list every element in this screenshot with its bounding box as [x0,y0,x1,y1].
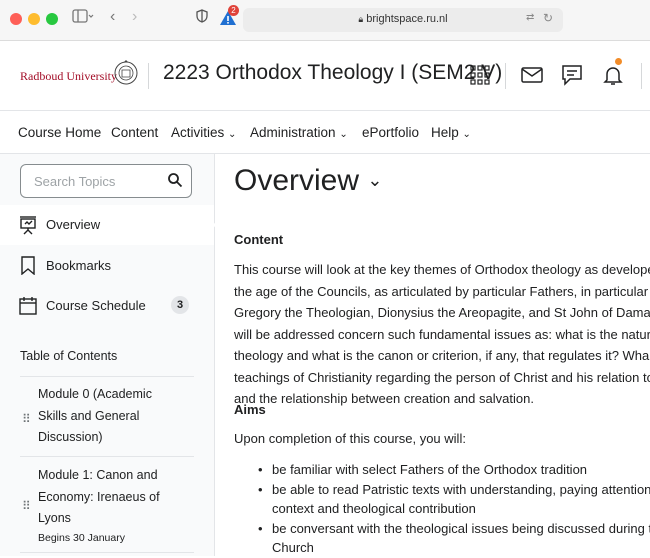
drag-handle-icon[interactable]: ⠿ [22,499,31,513]
sidebar-toggle-icon[interactable] [72,9,94,26]
nav-course-home[interactable]: Course Home [18,125,101,140]
module-title-line: Module 1: Canon and [38,468,158,482]
aims-heading: Aims [234,402,266,417]
content-paragraph: This course will look at the key themes … [234,259,650,410]
nav-content[interactable]: Content [111,125,158,140]
course-header: Radboud University 2223 Orthodox Theolog… [0,41,650,111]
header-divider [641,63,642,89]
back-icon[interactable]: ‹ [110,8,115,26]
sidebar-item-bookmarks[interactable]: Bookmarks [0,246,214,286]
sidebar-item-overview[interactable]: Overview [0,205,216,245]
notification-dot [615,58,622,65]
address-bar[interactable]: 🔒︎ brightspace.ru.nl ⇄ ↻ [243,8,563,32]
course-title[interactable]: 2223 Orthodox Theology I (SEM2 V) [163,61,502,85]
module-title-line: Discussion) [38,430,103,444]
course-navbar: Course Home Content Activities ⌄ Adminis… [0,111,650,154]
course-selector-grid-icon[interactable] [468,63,492,87]
header-divider [505,63,506,89]
page-title-text: Overview [234,164,360,197]
paragraph-line: This course will look at the key themes … [234,262,650,277]
divider [20,376,194,377]
aims-intro: Upon completion of this course, you will… [234,431,466,446]
header-divider [148,63,149,89]
module-title-line: Lyons [38,511,71,525]
module-start-date: Begins 30 January [38,531,125,544]
minimize-window-button[interactable] [28,13,40,25]
chevron-down-icon: ⌄ [462,129,471,140]
list-item: be familiar with select Fathers of the O… [256,460,650,480]
nav-eportfolio[interactable]: ePortfolio [362,125,419,140]
nav-activities[interactable]: Activities ⌄ [171,125,236,140]
content-heading: Content [234,232,284,247]
divider [20,552,194,553]
paragraph-line: and the relationship between creation an… [234,391,534,406]
bookmark-icon [21,256,35,280]
chevron-down-icon: ⌄ [339,129,348,140]
maximize-window-button[interactable] [46,13,58,25]
drag-handle-icon[interactable]: ⠿ [22,412,31,426]
reload-icon[interactable]: ↻ [543,11,553,25]
browser-toolbar: ‹ › 2 🔒︎ brightspace.ru.nl ⇄ ↻ [0,0,650,41]
forward-icon[interactable]: › [132,8,137,26]
search-input[interactable] [32,173,166,190]
list-item: be able to read Patristic texts with und… [256,480,650,519]
nav-help[interactable]: Help ⌄ [431,125,471,140]
calendar-icon [19,296,37,320]
search-icon[interactable] [167,172,183,193]
close-window-button[interactable] [10,13,22,25]
paragraph-line: will be addressed concern such fundament… [234,326,650,342]
list-item: be conversant with the theological issue… [256,519,650,558]
content-sidebar: Overview Bookmarks Course Schedule 3 Tab… [0,154,216,556]
privacy-shield-icon[interactable] [196,9,208,26]
search-box [20,164,192,198]
paragraph-line: teachings of Christianity regarding the … [234,369,650,385]
active-pointer [204,211,216,239]
paragraph-line: Gregory the Theologian, Dionysius the Ar… [234,305,650,320]
university-seal-icon [114,57,138,94]
toc-heading: Table of Contents [20,349,118,363]
notification-count-badge: 2 [228,5,239,16]
org-name[interactable]: Radboud University [20,69,117,84]
nav-administration[interactable]: Administration ⌄ [250,125,348,140]
module-title-line: Skills and General [38,408,140,423]
sidebar-item-label: Overview [46,217,101,232]
sidebar-item-label: Bookmarks [46,258,112,273]
paragraph-line: the age of the Councils, as articulated … [234,283,650,299]
lock-icon: 🔒︎ [358,14,364,24]
chevron-down-icon: ⌄ [228,129,237,140]
translate-icon[interactable]: ⇄ [526,12,534,23]
module-title-line: Economy: Irenaeus of [38,489,160,504]
schedule-count-badge: 3 [171,296,189,314]
mail-icon[interactable] [520,63,544,87]
aims-list: be familiar with select Fathers of the O… [256,460,650,558]
chat-icon[interactable] [560,63,584,87]
paragraph-line: theology and what is the canon or criter… [234,348,650,363]
sidebar-item-course-schedule[interactable]: Course Schedule 3 [0,286,214,326]
chevron-down-icon[interactable]: ⌄ [367,170,382,190]
sidebar-item-label: Course Schedule [46,298,146,313]
page-title: Overview ⌄ [234,164,382,198]
module-title-line: Module 0 (Academic [38,387,152,401]
presentation-icon [19,215,37,240]
bell-icon[interactable] [601,63,625,87]
divider [20,456,194,457]
url-text: brightspace.ru.nl [366,13,448,25]
